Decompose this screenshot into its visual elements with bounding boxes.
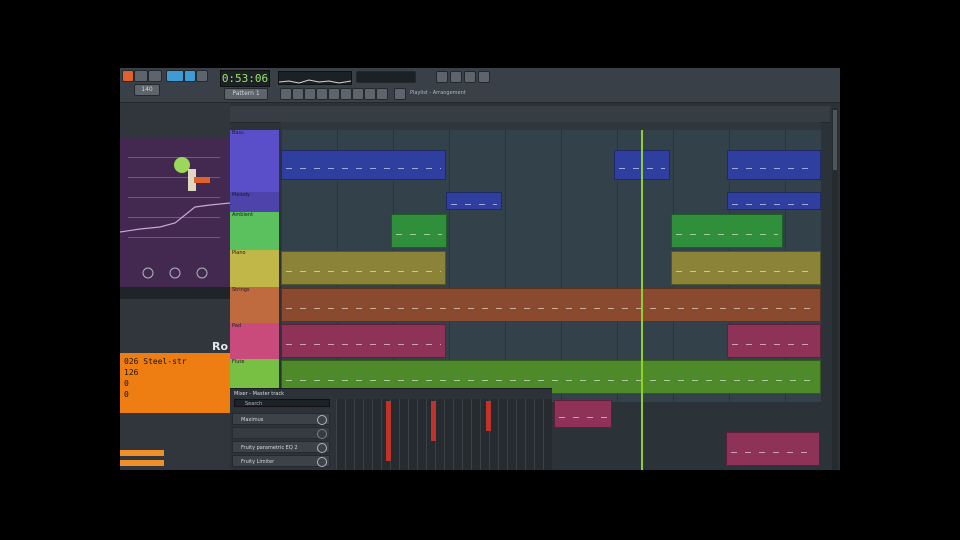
- mixer-strips[interactable]: [336, 399, 552, 470]
- pattern-clip[interactable]: [726, 432, 820, 466]
- track-name: Pad: [232, 323, 242, 329]
- hint-bar: Playlist - Arrangement: [410, 90, 466, 96]
- tempo-display[interactable]: 140: [134, 84, 160, 96]
- track-name: Flute: [232, 359, 245, 365]
- timeline-ruler[interactable]: [281, 122, 821, 130]
- track-headers: Bass Melody Ambient Piano Strings Pad Fl…: [230, 130, 281, 402]
- playlist-toolbar: [230, 106, 830, 123]
- view-button-2[interactable]: [450, 71, 462, 83]
- track-header[interactable]: Strings: [230, 287, 279, 323]
- plugin-slot[interactable]: Fruity parametric EQ 2: [232, 441, 330, 453]
- scrollbar-thumb[interactable]: [833, 110, 837, 170]
- roll-label: Ro: [212, 340, 229, 353]
- meter-bar: [431, 401, 436, 441]
- tool-button-4[interactable]: [316, 88, 328, 100]
- pattern-clip[interactable]: [281, 324, 446, 358]
- main-toolbar: 140 0:53:06 Pattern 1 Playlist - Arrange…: [120, 68, 840, 103]
- pattern-clip[interactable]: [727, 150, 821, 180]
- track-header[interactable]: Bass: [230, 130, 279, 192]
- info-line: 0: [124, 379, 129, 388]
- song-time-display: 0:53:06: [220, 70, 270, 87]
- mixer-title: Mixer - Master track: [234, 391, 285, 397]
- pattern-clip[interactable]: [671, 251, 821, 285]
- visualizer-footer: [120, 287, 230, 299]
- playhead-marker[interactable]: [641, 130, 643, 470]
- pattern-clip[interactable]: [391, 214, 447, 248]
- view-button-3[interactable]: [464, 71, 476, 83]
- browser-panel: Ro 026 Steel-str 126 0 0: [120, 103, 230, 470]
- plugin-slot[interactable]: Maximus: [232, 413, 330, 425]
- pattern-selector[interactable]: Pattern 1: [224, 88, 268, 100]
- pattern-clip[interactable]: [446, 192, 502, 210]
- plugin-slot[interactable]: Fruity Limiter: [232, 455, 330, 467]
- eq-curve-icon: [120, 157, 230, 279]
- mix-knob-icon[interactable]: [317, 429, 327, 439]
- track-name: Piano: [232, 250, 246, 256]
- pattern-clip[interactable]: [727, 192, 821, 210]
- tool-button-2[interactable]: [292, 88, 304, 100]
- visualizer-plugin: [120, 137, 230, 287]
- record-button[interactable]: [196, 70, 208, 82]
- meter-bar: [486, 401, 491, 431]
- track-header[interactable]: Melody: [230, 192, 279, 212]
- info-line: 126: [124, 368, 139, 377]
- pattern-clip[interactable]: [671, 214, 783, 248]
- mixer-panel: Mixer - Master track Search Maximus Frui…: [230, 388, 552, 470]
- tool-button-5[interactable]: [328, 88, 340, 100]
- pat-song-toggle[interactable]: [166, 70, 184, 82]
- plugin-name: Fruity Limiter: [241, 459, 275, 465]
- channel-info-text: 026 Steel-str 126 0 0: [124, 356, 228, 400]
- help-button[interactable]: [478, 71, 490, 83]
- download-button[interactable]: [394, 88, 406, 100]
- pattern-clip[interactable]: [281, 251, 446, 285]
- play-button[interactable]: [184, 70, 196, 82]
- mixer-search-input[interactable]: Search: [234, 399, 330, 407]
- track-name: Ambient: [232, 212, 254, 218]
- edit-menu-button[interactable]: [134, 70, 148, 82]
- vertical-scrollbar[interactable]: [832, 108, 838, 470]
- file-menu-button[interactable]: [122, 70, 134, 82]
- channel-strip[interactable]: [120, 450, 164, 456]
- channel-strip[interactable]: [120, 460, 164, 466]
- plugin-slot[interactable]: [232, 427, 330, 439]
- channel-info-display: Ro 026 Steel-str 126 0 0: [120, 340, 230, 413]
- tool-button-7[interactable]: [352, 88, 364, 100]
- info-line: 0: [124, 390, 129, 399]
- track-header[interactable]: Piano: [230, 250, 279, 287]
- plugin-name: Fruity parametric EQ 2: [241, 445, 298, 451]
- mix-knob-icon[interactable]: [317, 443, 327, 453]
- track-name: Bass: [232, 130, 244, 136]
- tool-button-1[interactable]: [280, 88, 292, 100]
- tool-button-9[interactable]: [376, 88, 388, 100]
- cpu-meter: [356, 71, 416, 83]
- waveform-icon: [278, 79, 352, 84]
- mix-knob-icon[interactable]: [317, 415, 327, 425]
- track-header[interactable]: Ambient: [230, 212, 279, 250]
- tool-button-3[interactable]: [304, 88, 316, 100]
- pattern-clip[interactable]: [554, 400, 612, 428]
- video-frame: 140 0:53:06 Pattern 1 Playlist - Arrange…: [120, 0, 840, 540]
- pattern-clip[interactable]: [281, 150, 446, 180]
- pattern-clip[interactable]: [281, 288, 821, 322]
- tool-button-6[interactable]: [340, 88, 352, 100]
- playlist-grid[interactable]: [281, 130, 821, 402]
- track-name: Strings: [232, 287, 250, 293]
- track-header[interactable]: Pad: [230, 323, 279, 359]
- info-line: 026 Steel-str: [124, 357, 187, 366]
- pattern-clip[interactable]: [727, 324, 821, 358]
- mix-knob-icon[interactable]: [317, 457, 327, 467]
- add-menu-button[interactable]: [148, 70, 162, 82]
- meter-bar: [386, 401, 391, 461]
- track-name: Melody: [232, 192, 250, 198]
- view-button-1[interactable]: [436, 71, 448, 83]
- plugin-name: Maximus: [241, 417, 264, 423]
- oscilloscope-display: [278, 71, 352, 85]
- daw-window: 140 0:53:06 Pattern 1 Playlist - Arrange…: [120, 68, 840, 470]
- tool-button-8[interactable]: [364, 88, 376, 100]
